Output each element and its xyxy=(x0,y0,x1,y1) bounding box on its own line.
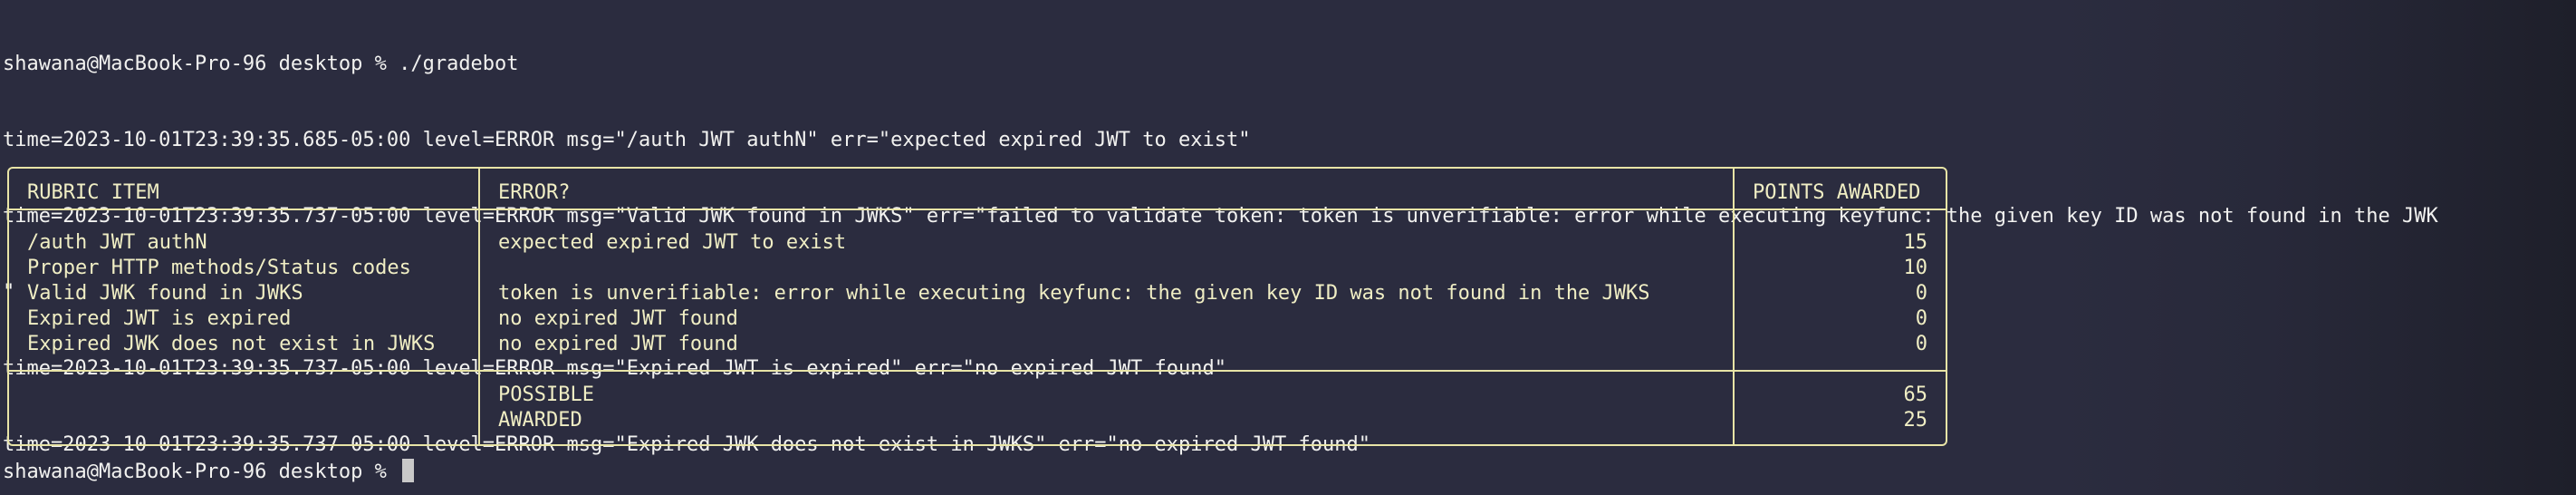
footer-divider xyxy=(9,370,1946,372)
row-error: no expired JWT found xyxy=(498,333,738,355)
row-error: no expired JWT found xyxy=(498,307,738,330)
prompt-text: shawana@MacBook-Pro-96 desktop % xyxy=(3,461,399,483)
shell-prompt[interactable]: shawana@MacBook-Pro-96 desktop % xyxy=(3,459,415,485)
header-rubric-item: RUBRIC ITEM xyxy=(27,181,159,204)
row-points: 0 xyxy=(1915,282,1927,305)
grade-table: RUBRIC ITEM ERROR? POINTS AWARDED /auth … xyxy=(7,167,1947,446)
footer-possible-label: POSSIBLE xyxy=(498,383,594,406)
header-error: ERROR? xyxy=(498,181,571,204)
row-error: token is unverifiable: error while execu… xyxy=(498,282,1650,305)
footer-possible-value: 65 xyxy=(1903,383,1928,406)
row-rubric: Expired JWK does not exist in JWKS xyxy=(27,333,436,355)
row-rubric: /auth JWT authN xyxy=(27,231,207,254)
row-rubric: Expired JWT is expired xyxy=(27,307,292,330)
row-rubric: Valid JWK found in JWKS xyxy=(27,282,303,305)
command-line: shawana@MacBook-Pro-96 desktop % ./grade… xyxy=(3,53,519,75)
row-points: 0 xyxy=(1915,333,1927,355)
row-points: 15 xyxy=(1903,231,1928,254)
footer-awarded-value: 25 xyxy=(1903,409,1928,432)
row-rubric: Proper HTTP methods/Status codes xyxy=(27,257,411,279)
log-line: time=2023-10-01T23:39:35.685-05:00 level… xyxy=(3,129,1251,151)
row-points: 0 xyxy=(1915,307,1927,330)
cursor xyxy=(402,459,415,482)
header-points-awarded: POINTS AWARDED xyxy=(1753,181,1921,204)
row-points: 10 xyxy=(1903,257,1928,279)
row-error: expected expired JWT to exist xyxy=(498,231,847,254)
header-divider xyxy=(9,209,1946,210)
footer-awarded-label: AWARDED xyxy=(498,409,582,432)
